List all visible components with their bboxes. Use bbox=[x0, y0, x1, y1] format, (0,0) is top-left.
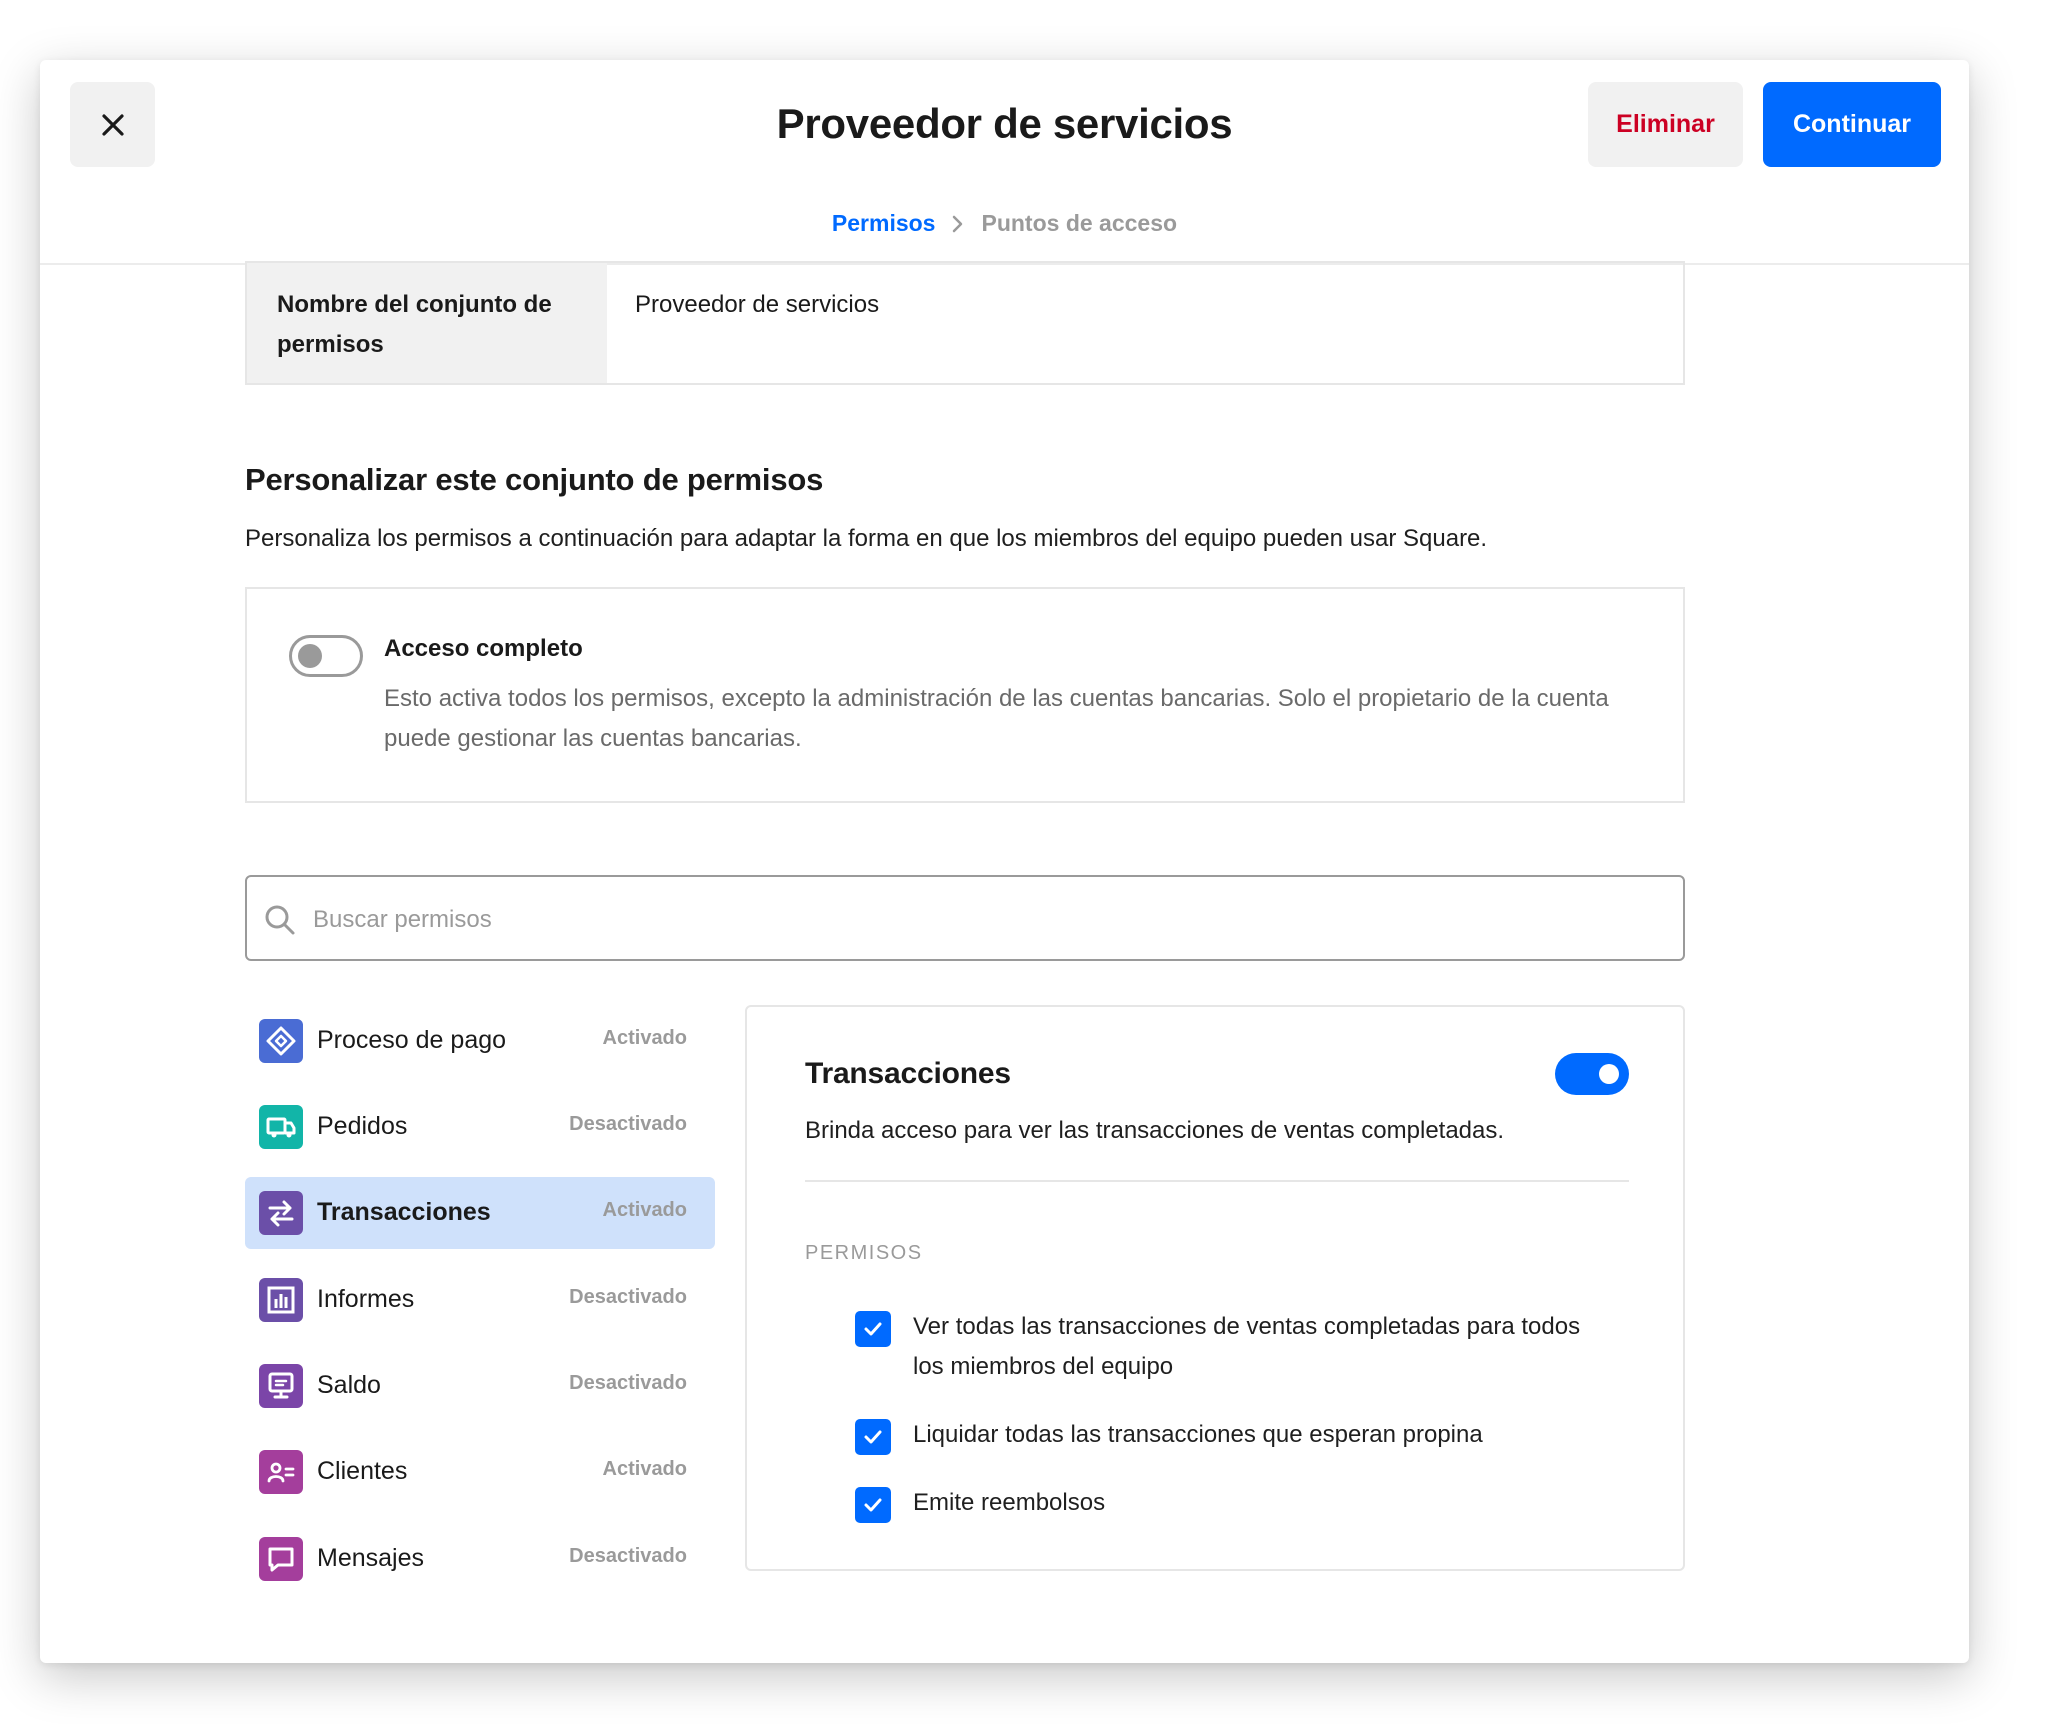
check-icon bbox=[864, 1322, 882, 1336]
permission-set-name-field: Nombre del conjunto de permisos Proveedo… bbox=[245, 261, 1685, 385]
continue-button[interactable]: Continuar bbox=[1763, 82, 1941, 167]
full-access-card: Acceso completo Esto activa todos los pe… bbox=[245, 587, 1685, 803]
breadcrumb-step-permisos[interactable]: Permisos bbox=[832, 210, 936, 237]
category-item-transacciones[interactable]: Transacciones Activado bbox=[245, 1177, 715, 1249]
search-input[interactable] bbox=[311, 897, 1615, 943]
category-status: Desactivado bbox=[569, 1545, 687, 1567]
category-label: Saldo bbox=[317, 1371, 381, 1399]
category-item-mensajes[interactable]: Mensajes Desactivado bbox=[245, 1523, 715, 1595]
modal-header: Proveedor de servicios Eliminar Continua… bbox=[40, 60, 1969, 265]
category-label: Pedidos bbox=[317, 1112, 408, 1140]
checkbox-checked[interactable] bbox=[855, 1311, 891, 1347]
category-status: Activado bbox=[602, 1027, 687, 1049]
customize-section-title: Personalizar este conjunto de permisos bbox=[245, 462, 824, 497]
category-status: Activado bbox=[602, 1458, 687, 1480]
category-label: Clientes bbox=[317, 1457, 408, 1485]
message-icon bbox=[259, 1537, 303, 1581]
category-status: Desactivado bbox=[569, 1113, 687, 1135]
category-item-saldo[interactable]: Saldo Desactivado bbox=[245, 1350, 715, 1422]
detail-description: Brinda acceso para ver las transacciones… bbox=[805, 1117, 1505, 1144]
terminal-icon bbox=[259, 1364, 303, 1408]
divider bbox=[805, 1180, 1629, 1182]
toggle-knob bbox=[1599, 1064, 1619, 1084]
search-icon bbox=[265, 905, 295, 935]
category-label: Transacciones bbox=[317, 1198, 491, 1226]
full-access-toggle[interactable] bbox=[289, 635, 363, 677]
customize-section-description: Personaliza los permisos a continuación … bbox=[245, 525, 1488, 552]
breadcrumb-step-puntos-de-acceso[interactable]: Puntos de acceso bbox=[981, 210, 1177, 237]
category-status: Desactivado bbox=[569, 1286, 687, 1308]
transfer-icon bbox=[259, 1191, 303, 1235]
checkout-icon bbox=[259, 1019, 303, 1063]
permission-label: Emite reembolsos bbox=[913, 1489, 1106, 1516]
permission-set-name-value[interactable]: Proveedor de servicios bbox=[607, 263, 907, 383]
category-item-pedidos[interactable]: Pedidos Desactivado bbox=[245, 1091, 715, 1163]
permission-detail-panel: Transacciones Brinda acceso para ver las… bbox=[745, 1005, 1685, 1571]
permission-label: Ver todas las transacciones de ventas co… bbox=[913, 1313, 1581, 1380]
check-icon bbox=[864, 1430, 882, 1444]
permission-set-name-label: Nombre del conjunto de permisos bbox=[247, 263, 607, 383]
permission-label: Liquidar todas las transacciones que esp… bbox=[913, 1421, 1483, 1448]
full-access-title: Acceso completo bbox=[384, 635, 583, 662]
permissions-heading: PERMISOS bbox=[805, 1242, 923, 1264]
checkbox-checked[interactable] bbox=[855, 1487, 891, 1523]
search-field bbox=[245, 875, 1685, 961]
contact-card-icon bbox=[259, 1450, 303, 1494]
category-item-informes[interactable]: Informes Desactivado bbox=[245, 1264, 715, 1336]
bar-chart-icon bbox=[259, 1278, 303, 1322]
category-label: Proceso de pago bbox=[317, 1026, 507, 1054]
truck-icon bbox=[259, 1105, 303, 1149]
category-status: Activado bbox=[602, 1199, 687, 1221]
transacciones-toggle[interactable] bbox=[1555, 1053, 1629, 1095]
category-item-proceso-de-pago[interactable]: Proceso de pago Activado bbox=[245, 1005, 715, 1077]
full-access-description: Esto activa todos los permisos, excepto … bbox=[384, 685, 1609, 752]
checkbox-checked[interactable] bbox=[855, 1419, 891, 1455]
category-label: Informes bbox=[317, 1285, 415, 1313]
toggle-knob bbox=[298, 644, 322, 668]
delete-button[interactable]: Eliminar bbox=[1588, 82, 1743, 167]
chevron-right-icon bbox=[951, 214, 965, 234]
detail-title: Transacciones bbox=[805, 1057, 1011, 1090]
category-label: Mensajes bbox=[317, 1544, 424, 1572]
breadcrumb: Permisos Puntos de acceso bbox=[40, 210, 1969, 237]
check-icon bbox=[864, 1498, 882, 1512]
category-status: Desactivado bbox=[569, 1372, 687, 1394]
category-item-clientes[interactable]: Clientes Activado bbox=[245, 1436, 715, 1508]
